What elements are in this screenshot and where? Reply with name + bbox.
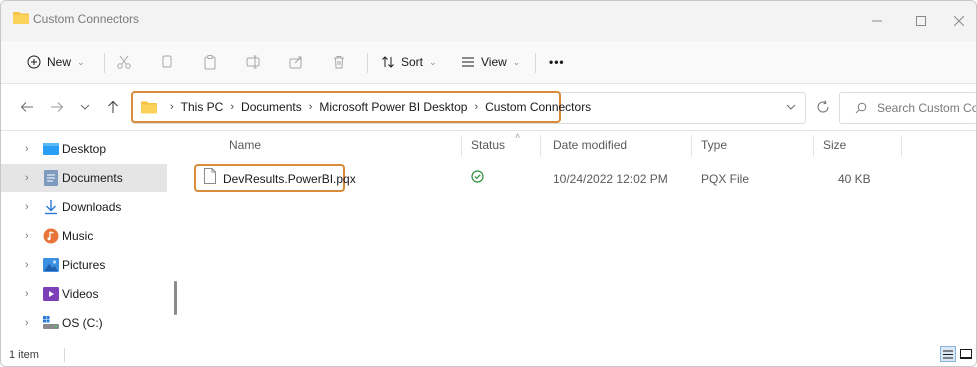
column-header-name[interactable]: Name (229, 138, 261, 152)
forward-arrow-icon[interactable] (49, 99, 65, 115)
breadcrumb-this-pc[interactable]: This PC (181, 100, 224, 114)
status-bar: 1 item (1, 343, 976, 366)
sidebar-item-downloads[interactable]: › Downloads (1, 193, 167, 221)
chevron-down-icon: ⌄ (429, 56, 437, 67)
details-view-icon (943, 350, 953, 358)
music-icon (43, 228, 59, 244)
nav-scrollbar-thumb[interactable] (174, 281, 177, 315)
file-date-modified: 10/24/2022 12:02 PM (553, 172, 668, 186)
search-icon (853, 100, 869, 116)
recent-locations-chevron-icon[interactable] (77, 99, 93, 115)
pictures-icon (43, 257, 59, 273)
back-arrow-icon[interactable] (19, 99, 35, 115)
sidebar-item-documents[interactable]: › Documents (1, 164, 167, 192)
expand-chevron-icon[interactable]: › (25, 230, 29, 242)
expand-chevron-icon[interactable]: › (25, 172, 29, 184)
window-title: Custom Connectors (33, 12, 140, 26)
close-button[interactable] (941, 7, 976, 35)
view-lines-icon (462, 57, 474, 67)
search-placeholder: Search Custom Co... (877, 101, 977, 115)
sort-ascending-caret-icon: ˄ (515, 131, 521, 141)
column-header-type[interactable]: Type (701, 138, 727, 152)
chevron-down-icon: ⌄ (77, 56, 85, 67)
breadcrumb-custom-connectors[interactable]: Custom Connectors (485, 100, 591, 114)
folder-icon (13, 11, 29, 28)
refresh-icon[interactable] (815, 99, 831, 115)
documents-folder-icon (43, 170, 59, 186)
file-name[interactable]: DevResults.PowerBI.pqx (223, 172, 356, 186)
downloads-icon (43, 199, 59, 215)
tiles-view-button[interactable] (958, 346, 974, 362)
plus-circle-icon (27, 55, 41, 69)
breadcrumb-documents[interactable]: Documents (241, 100, 302, 114)
navigation-pane: › Desktop › Documents › Downloads › Musi… (1, 131, 181, 343)
breadcrumb-power-bi-desktop[interactable]: Microsoft Power BI Desktop (319, 100, 467, 114)
more-options-button[interactable]: ••• (549, 49, 565, 75)
maximize-button[interactable] (903, 7, 939, 35)
expand-chevron-icon[interactable]: › (25, 259, 29, 271)
folder-icon (141, 101, 157, 114)
command-bar: New ⌄ Sort ⌄ View ⌄ ••• (1, 41, 976, 84)
column-header-status[interactable]: Status (471, 138, 505, 152)
address-row: › This PC › Documents › Microsoft Power … (1, 84, 976, 131)
file-explorer-window: Custom Connectors New ⌄ Sort ⌄ View ⌄ ••… (0, 0, 977, 367)
rename-icon[interactable] (242, 51, 264, 73)
sidebar-item-videos[interactable]: › Videos (1, 280, 167, 308)
sidebar-item-pictures[interactable]: › Pictures (1, 251, 167, 279)
new-button[interactable]: New ⌄ (27, 49, 85, 75)
drive-icon (43, 315, 59, 331)
address-dropdown-chevron-icon[interactable] (783, 99, 799, 115)
desktop-folder-icon (43, 141, 59, 157)
sort-button-label: Sort (401, 55, 424, 69)
file-type: PQX File (701, 172, 750, 186)
delete-icon[interactable] (328, 51, 350, 73)
sync-status-check-icon (471, 170, 484, 186)
item-count: 1 item (9, 349, 39, 361)
paste-icon[interactable] (199, 51, 221, 73)
expand-chevron-icon[interactable]: › (25, 143, 29, 155)
sort-icon (382, 56, 394, 68)
tiles-view-icon (960, 349, 972, 359)
details-view-button[interactable] (940, 346, 956, 362)
file-icon (204, 168, 216, 187)
column-headers: ˄ Name Status Date modified Type Size (183, 131, 976, 159)
sidebar-item-music[interactable]: › Music (1, 222, 167, 250)
chevron-down-icon: ⌄ (512, 56, 521, 67)
view-button-label: View (481, 55, 507, 69)
videos-icon (43, 286, 59, 302)
new-button-label: New (47, 55, 72, 69)
view-button[interactable]: View ⌄ (461, 49, 520, 75)
up-arrow-icon[interactable] (105, 99, 121, 115)
sidebar-item-desktop[interactable]: › Desktop (1, 135, 167, 163)
expand-chevron-icon[interactable]: › (25, 317, 29, 329)
sidebar-item-os-drive[interactable]: › OS (C:) (1, 309, 167, 337)
minimize-button[interactable] (859, 7, 895, 35)
more-options-label: ••• (549, 55, 565, 69)
expand-chevron-icon[interactable]: › (25, 288, 29, 300)
sort-button[interactable]: Sort ⌄ (381, 49, 437, 75)
copy-icon[interactable] (156, 51, 178, 73)
column-header-date-modified[interactable]: Date modified (553, 138, 627, 152)
file-size: 40 KB (838, 172, 871, 186)
expand-chevron-icon[interactable]: › (25, 201, 29, 213)
cut-icon[interactable] (113, 51, 135, 73)
breadcrumb: › This PC › Documents › Microsoft Power … (141, 100, 591, 114)
title-bar: Custom Connectors (1, 1, 976, 41)
column-header-size[interactable]: Size (823, 138, 846, 152)
share-icon[interactable] (285, 51, 307, 73)
